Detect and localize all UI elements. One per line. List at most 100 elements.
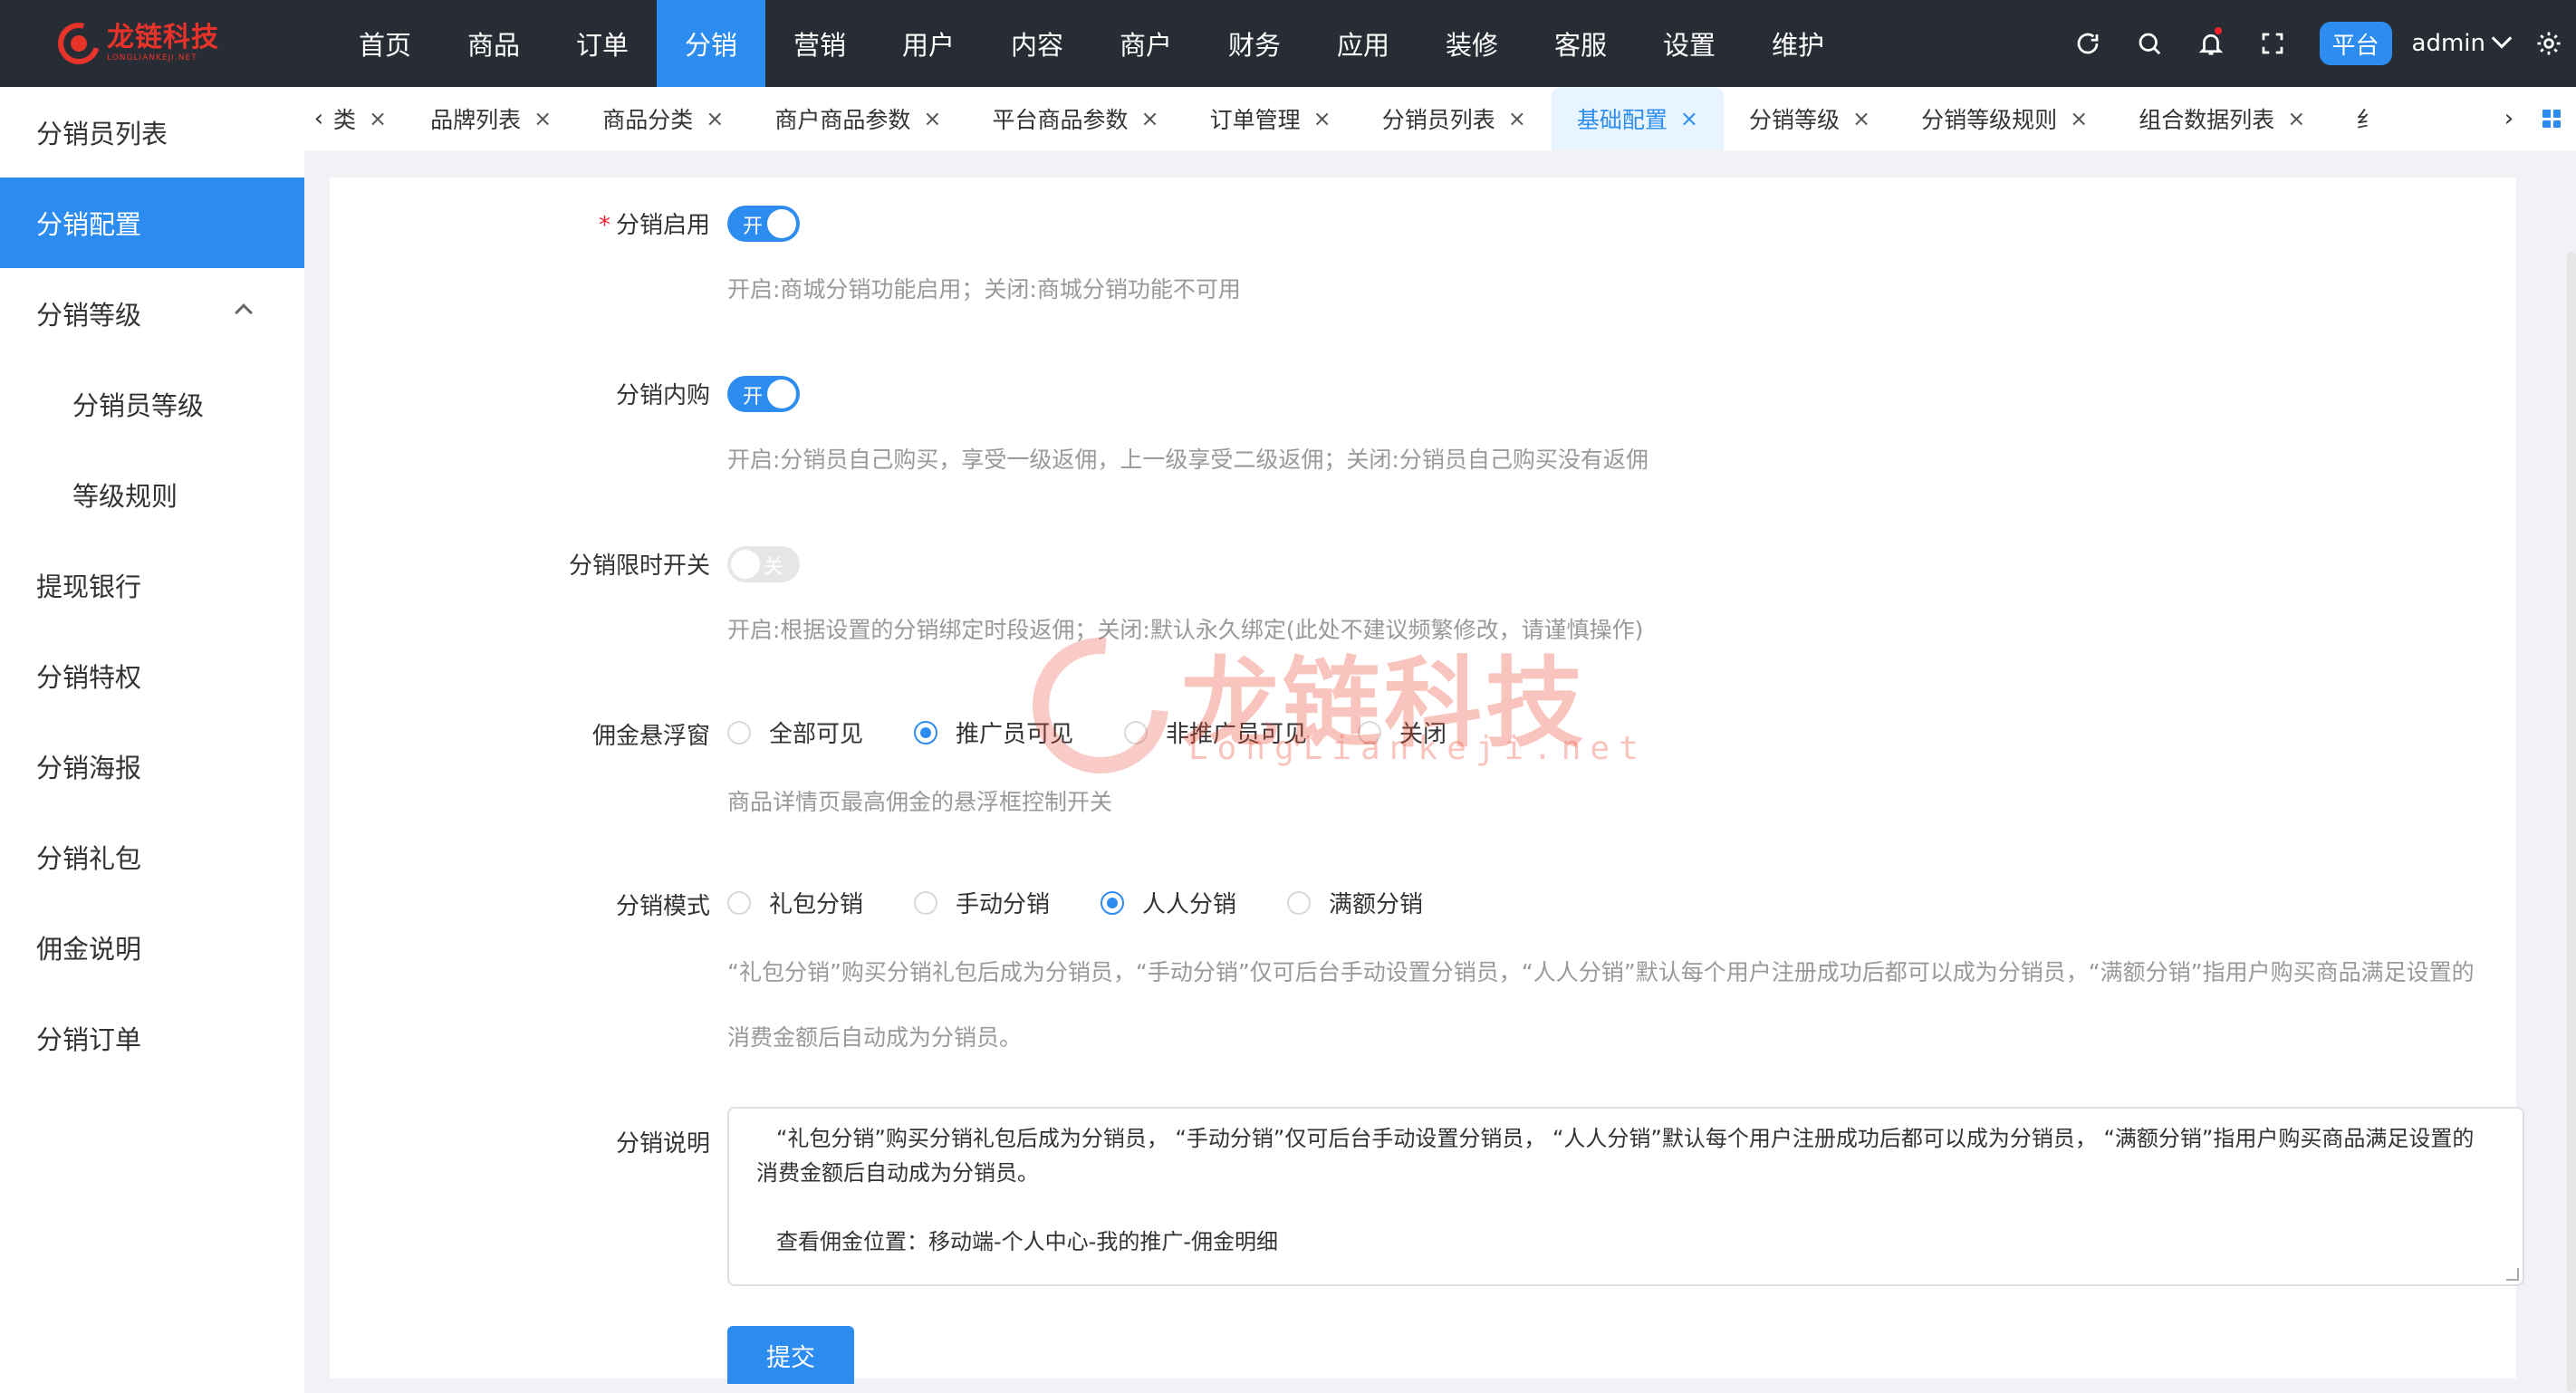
radio-circle-icon — [1358, 720, 1382, 745]
topnav-item[interactable]: 首页 — [331, 0, 439, 87]
float-window-option[interactable]: 非推广员可见 — [1124, 716, 1307, 749]
topnav-item[interactable]: 应用 — [1309, 0, 1418, 87]
scrollbar[interactable] — [2567, 252, 2576, 1393]
tabs-scroll-left[interactable]: ‹ — [304, 87, 333, 150]
topnav-item[interactable]: 订单 — [548, 0, 657, 87]
tab[interactable]: 分销等级规则 × — [1896, 87, 2113, 150]
tab[interactable]: 组合数据列表 × — [2113, 87, 2331, 150]
float-window-option[interactable]: 全部可见 — [727, 716, 863, 749]
close-icon[interactable]: × — [1141, 106, 1159, 131]
sidebar-item-label: 分销等级 — [36, 300, 142, 331]
bell-icon[interactable] — [2180, 0, 2242, 87]
topnav-item[interactable]: 分销 — [657, 0, 765, 87]
sidebar-item[interactable]: 分销员列表 — [0, 87, 304, 178]
tab[interactable]: 订单管理 × — [1185, 87, 1357, 150]
enable-help: 开启:商城分销功能启用；关闭:商城分销功能不可用 — [727, 276, 1241, 303]
radio-circle-icon — [1287, 890, 1312, 915]
sidebar-item[interactable]: 分销礼包 — [0, 812, 304, 902]
gear-icon[interactable] — [2533, 0, 2565, 87]
grid-icon — [2542, 110, 2561, 128]
description-line: 消费金额后自动成为分销员。 — [756, 1160, 1039, 1186]
close-icon[interactable]: × — [923, 106, 941, 131]
top-header: 龙链科技 LONGLIANKEJI.NET 首页 商品 订单 分销 营销 用户 内容 商户 财务… — [0, 0, 2576, 87]
sidebar-item[interactable]: 分销订单 — [0, 993, 304, 1083]
tab[interactable]: 分销员列表 × — [1357, 87, 1552, 150]
tabs-menu-icon[interactable] — [2527, 87, 2576, 150]
platform-button[interactable]: 平台 — [2319, 22, 2392, 65]
tab[interactable]: 商户商品参数 × — [749, 87, 966, 150]
tab[interactable]: 分销等级 × — [1724, 87, 1896, 150]
tab[interactable]: 平台商品参数 × — [967, 87, 1185, 150]
sidebar-item[interactable]: 提现银行 — [0, 540, 304, 630]
sidebar-item[interactable]: 佣金说明 — [0, 902, 304, 993]
sidebar-item[interactable]: 等级规则 — [0, 449, 304, 540]
close-icon[interactable]: × — [706, 106, 724, 131]
tab[interactable]: 类 × — [333, 87, 405, 150]
sidebar-item[interactable]: 分销配置 — [0, 178, 304, 268]
close-icon[interactable]: × — [2287, 106, 2305, 131]
radio-circle-icon — [1124, 720, 1149, 745]
tab-label: 基础配置 — [1576, 107, 1668, 133]
tab-label: 组合数据列表 — [2139, 107, 2275, 133]
radio-circle-icon — [727, 890, 751, 915]
tab[interactable]: 品牌列表 × — [405, 87, 577, 150]
resize-handle-icon[interactable] — [2506, 1268, 2519, 1281]
close-icon[interactable]: × — [1852, 106, 1870, 131]
mode-option[interactable]: 手动分销 — [914, 886, 1050, 919]
sidebar-item[interactable]: 分销海报 — [0, 721, 304, 812]
tab[interactable]: 纟 — [2331, 87, 2404, 150]
topnav-item[interactable]: 营销 — [765, 0, 874, 87]
topnav-item[interactable]: 商品 — [439, 0, 548, 87]
float-window-option[interactable]: 关闭 — [1358, 716, 1447, 749]
logo-icon — [50, 14, 108, 72]
description-textarea[interactable]: “礼包分销”购买分销礼包后成为分销员， “手动分销”仅可后台手动设置分销员， “… — [727, 1107, 2524, 1286]
description-label: 分销说明 — [615, 1130, 710, 1158]
topnav-item[interactable]: 设置 — [1635, 0, 1744, 87]
radio-circle-icon — [914, 890, 938, 915]
submit-button[interactable]: 提交 — [727, 1326, 854, 1384]
user-menu[interactable]: admin — [2412, 28, 2513, 57]
switch-knob — [731, 550, 760, 579]
float-window-option[interactable]: 推广员可见 — [914, 716, 1073, 749]
required-mark: * — [598, 212, 610, 239]
time-limit-switch[interactable]: 关 — [727, 546, 800, 582]
close-icon[interactable]: × — [2070, 106, 2088, 131]
search-icon[interactable] — [2119, 0, 2180, 87]
mode-option[interactable]: 满额分销 — [1287, 886, 1423, 919]
logo[interactable]: 龙链科技 LONGLIANKEJI.NET — [50, 14, 230, 72]
inner-buy-help: 开启:分销员自己购买，享受一级返佣，上一级享受二级返佣；关闭:分销员自己购买没有… — [727, 447, 1648, 473]
sidebar: 分销员列表 分销配置分销等级分销员等级 等级规则 提现银行 分销特权分销海报分销礼包 佣金… — [0, 87, 304, 1393]
topnav-item[interactable]: 财务 — [1200, 0, 1309, 87]
sidebar-item-label: 分销海报 — [36, 753, 142, 783]
topnav-item[interactable]: 维护 — [1744, 0, 1852, 87]
topnav-item[interactable]: 用户 — [874, 0, 983, 87]
sidebar-item[interactable]: 分销等级 — [0, 268, 304, 359]
topnav-item[interactable]: 商户 — [1091, 0, 1200, 87]
mode-help-line2: 消费金额后自动成为分销员。 — [727, 1024, 1023, 1051]
close-icon[interactable]: × — [1508, 106, 1526, 131]
top-nav: 首页 商品 订单 分销 营销 用户 内容 商户 财务 应用 装修 客服 设置 维护 — [331, 0, 1852, 87]
close-icon[interactable]: × — [369, 106, 387, 131]
topnav-item[interactable]: 内容 — [983, 0, 1091, 87]
close-icon[interactable]: × — [533, 106, 552, 131]
tab-label: 品牌列表 — [430, 107, 522, 133]
fullscreen-icon[interactable] — [2242, 0, 2303, 87]
sidebar-item-label: 分销订单 — [36, 1024, 142, 1055]
mode-option[interactable]: 礼包分销 — [727, 886, 863, 919]
inner-buy-switch[interactable]: 开 — [727, 376, 800, 412]
topnav-item[interactable]: 装修 — [1418, 0, 1526, 87]
sidebar-item[interactable]: 分销员等级 — [0, 359, 304, 449]
enable-switch[interactable]: 开 — [727, 206, 800, 242]
mode-option[interactable]: 人人分销 — [1101, 886, 1236, 919]
refresh-icon[interactable] — [2057, 0, 2119, 87]
sidebar-item[interactable]: 分销特权 — [0, 630, 304, 721]
chevron-down-icon — [2491, 28, 2513, 49]
tab[interactable]: 基础配置 × — [1551, 87, 1724, 150]
tabs-scroll-right[interactable]: › — [2491, 87, 2527, 150]
radio-circle-icon — [914, 720, 938, 745]
close-icon[interactable]: × — [1680, 106, 1698, 131]
topnav-item[interactable]: 客服 — [1526, 0, 1635, 87]
logo-subtitle: LONGLIANKEJI.NET — [107, 53, 197, 62]
tab[interactable]: 商品分类 × — [577, 87, 749, 150]
close-icon[interactable]: × — [1313, 106, 1331, 131]
